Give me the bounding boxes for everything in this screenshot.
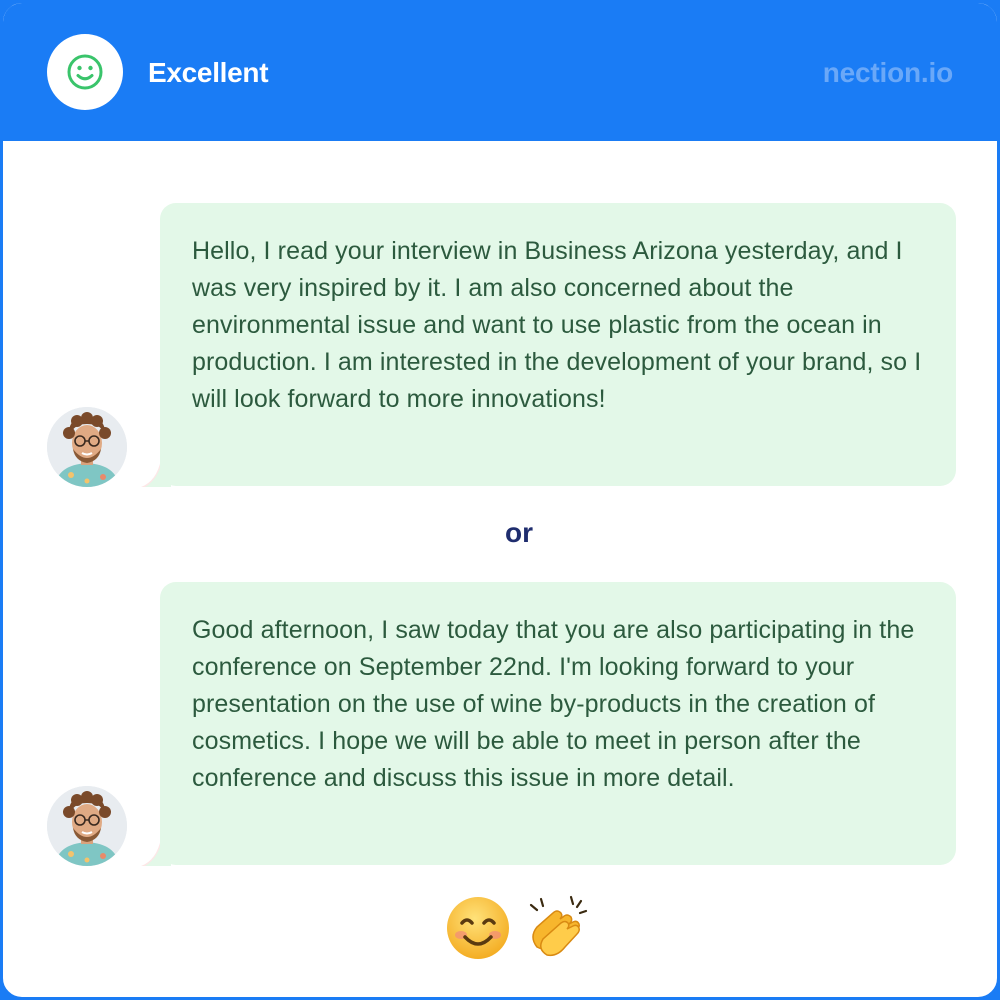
- separator-or: or: [505, 517, 533, 548]
- smiley-face-icon: [67, 54, 103, 90]
- brand-name[interactable]: nection.io: [823, 55, 953, 91]
- message-bubble: Good afternoon, I saw today that you are…: [160, 582, 956, 865]
- reactions: [3, 893, 997, 963]
- rating-badge: [47, 34, 123, 110]
- smiling-face-emoji[interactable]: [443, 893, 513, 963]
- user-avatar: [47, 407, 127, 487]
- person-illustration: [47, 786, 127, 866]
- person-illustration: [47, 407, 127, 487]
- clapping-hands-emoji[interactable]: [523, 893, 593, 963]
- message-bubble: Hello, I read your interview in Business…: [160, 203, 956, 486]
- message-text: Hello, I read your interview in Business…: [192, 237, 922, 413]
- message-text: Good afternoon, I saw today that you are…: [192, 616, 915, 792]
- rating-label: Excellent: [148, 57, 269, 88]
- user-avatar: [47, 786, 127, 866]
- review-card: Excellent nection.io Hello, I read your …: [0, 0, 1000, 1000]
- review-header: Excellent nection.io: [3, 3, 997, 141]
